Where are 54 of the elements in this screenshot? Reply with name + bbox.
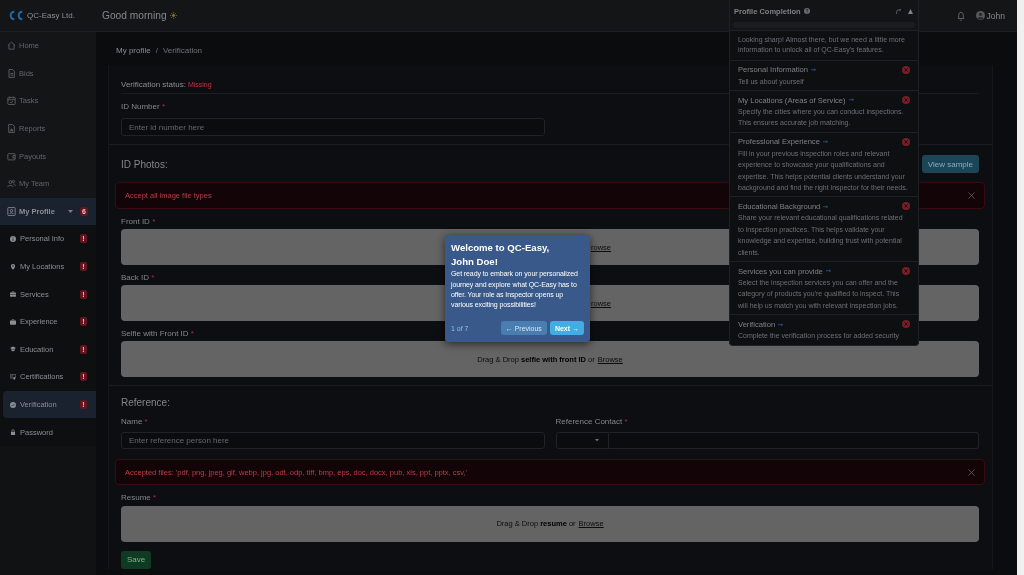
briefcase-icon — [10, 318, 16, 325]
close-icon[interactable] — [968, 192, 975, 199]
brand-name: QC-Easy Ltd. — [27, 11, 75, 20]
field-label: ID Number * — [121, 102, 166, 112]
field-label: Selfie with Front ID * — [121, 328, 194, 339]
input-field[interactable]: Enter reference person here — [121, 432, 545, 449]
document-icon — [7, 68, 16, 78]
field-label: Front ID * — [121, 216, 156, 227]
info-icon — [10, 235, 16, 242]
field-label: Reference Contact * — [555, 417, 628, 427]
status-label: Verification status: — [121, 79, 186, 89]
phone-input[interactable] — [608, 432, 979, 449]
greeting-text: Good morning — [102, 10, 167, 21]
lock-icon — [10, 429, 16, 436]
help-icon — [803, 8, 810, 14]
toolbox-icon — [10, 291, 16, 298]
input-field[interactable]: Enter id number here — [121, 118, 545, 136]
breadcrumb-current: Verification — [162, 45, 203, 55]
users-icon — [7, 179, 16, 189]
curved-arrow-icon[interactable] — [896, 8, 901, 14]
arrow-right-icon — [823, 204, 829, 209]
map-pin-icon — [10, 263, 16, 270]
view-sample-button[interactable]: View sample — [921, 155, 979, 173]
caret-icon — [594, 439, 599, 442]
check-badge-icon — [10, 401, 16, 408]
arrow-right-icon — [848, 98, 854, 102]
wallet-icon — [7, 151, 16, 161]
logo-icon — [8, 10, 24, 21]
graduation-cap-icon — [10, 346, 16, 353]
arrow-right-icon — [822, 140, 828, 144]
arrow-right-icon — [811, 67, 817, 72]
scrollbar[interactable] — [1017, 0, 1024, 575]
report-icon — [7, 124, 16, 134]
user-name[interactable]: John — [986, 10, 1005, 21]
field-label: Back ID * — [121, 272, 155, 283]
save-button[interactable]: Save — [121, 550, 152, 569]
breadcrumb-link[interactable]: My profile — [116, 45, 151, 55]
close-icon[interactable] — [968, 468, 975, 476]
arrow-right-icon — [825, 269, 831, 273]
calendar-icon — [7, 96, 16, 106]
section-title: Reference: — [121, 396, 170, 408]
section-title: ID Photos: — [121, 158, 168, 170]
breadcrumb-separator: / — [155, 45, 158, 55]
id-card-icon — [7, 206, 16, 216]
avatar-icon[interactable] — [975, 11, 985, 20]
field-label: Name * — [121, 417, 148, 427]
caret-up-icon[interactable] — [908, 8, 913, 14]
popover-title: Welcome to QC-Easy, John Doe! — [451, 241, 551, 269]
arrow-right-icon — [778, 322, 784, 327]
bell-icon[interactable] — [956, 10, 965, 21]
certificate-icon — [10, 373, 16, 380]
sun-icon — [169, 12, 177, 19]
field-label: Resume * — [121, 493, 157, 503]
home-icon — [7, 41, 16, 51]
